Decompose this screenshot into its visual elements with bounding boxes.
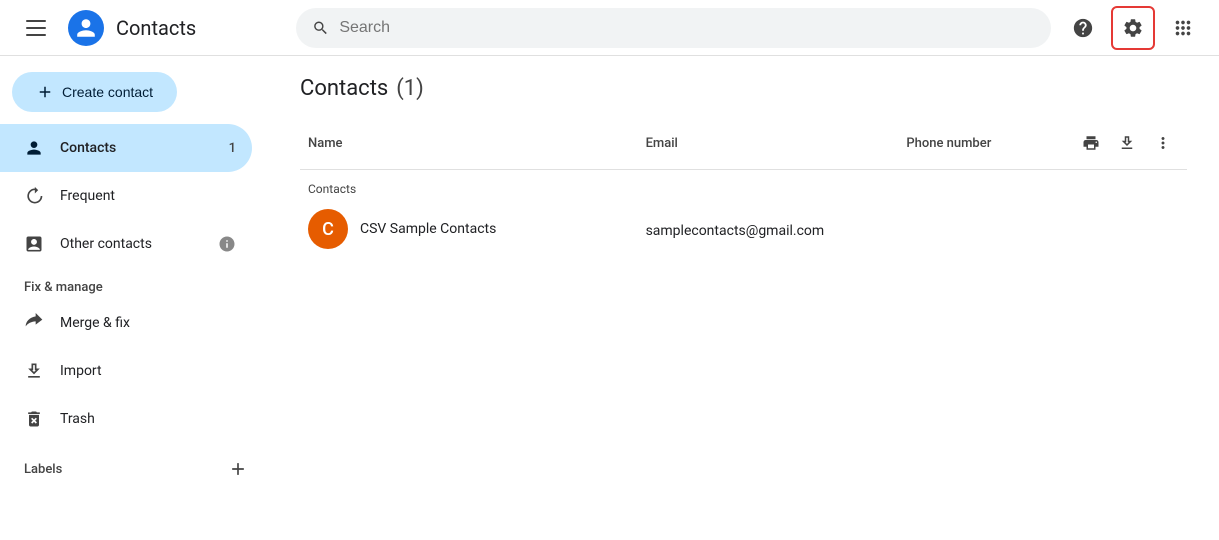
col-header-actions xyxy=(1067,117,1187,170)
create-contact-label: Create contact xyxy=(62,84,153,100)
contact-phone-cell xyxy=(898,201,1067,257)
more-button[interactable] xyxy=(1147,127,1179,159)
apps-button[interactable] xyxy=(1163,8,1203,48)
sidebar-item-merge-fix[interactable]: Merge & fix xyxy=(0,299,252,347)
app-title: Contacts xyxy=(116,16,196,40)
table-body: Contacts C CSV Sample Contacts samplecon xyxy=(300,170,1187,258)
print-button[interactable] xyxy=(1075,127,1107,159)
merge-fix-icon xyxy=(24,313,44,333)
avatar: C xyxy=(308,209,348,249)
sidebar-item-import[interactable]: Import xyxy=(0,347,252,395)
other-contacts-info-icon xyxy=(218,235,236,253)
sidebar-frequent-label: Frequent xyxy=(60,188,236,204)
table-row[interactable]: C CSV Sample Contacts samplecontacts@gma… xyxy=(300,201,1187,257)
contact-name-cell: C CSV Sample Contacts xyxy=(300,201,638,257)
fix-manage-label: Fix & manage xyxy=(0,268,268,299)
contact-name: CSV Sample Contacts xyxy=(360,221,496,237)
topbar: Contacts xyxy=(0,0,1219,56)
col-header-phone: Phone number xyxy=(898,117,1067,170)
col-header-email: Email xyxy=(638,117,899,170)
add-label-button[interactable] xyxy=(224,455,252,483)
sidebar-item-trash[interactable]: Trash xyxy=(0,395,252,443)
sidebar-other-contacts-label: Other contacts xyxy=(60,236,202,252)
group-label: Contacts xyxy=(308,182,356,196)
labels-header: Labels xyxy=(0,443,268,487)
sidebar-contacts-badge: 1 xyxy=(229,141,236,156)
sidebar-item-other-contacts[interactable]: Other contacts xyxy=(0,220,252,268)
topbar-right xyxy=(1063,6,1203,50)
sidebar-trash-label: Trash xyxy=(60,411,236,427)
other-contacts-icon xyxy=(24,234,44,254)
import-icon xyxy=(24,361,44,381)
content-title: Contacts (1) xyxy=(300,76,1187,101)
search-icon xyxy=(312,19,329,37)
labels-title: Labels xyxy=(24,462,224,477)
sidebar-contacts-label: Contacts xyxy=(60,140,213,156)
contact-count: (1) xyxy=(396,76,424,101)
content-area: Contacts (1) Name Email Phone number xyxy=(268,56,1219,540)
table-header: Name Email Phone number xyxy=(300,117,1187,170)
sidebar-merge-fix-label: Merge & fix xyxy=(60,315,236,331)
topbar-left: Contacts xyxy=(16,8,284,48)
sidebar-item-frequent[interactable]: Frequent xyxy=(0,172,252,220)
app-logo xyxy=(68,10,104,46)
contacts-table: Name Email Phone number xyxy=(300,117,1187,257)
contact-actions-cell xyxy=(1067,201,1187,257)
sidebar: Create contact Contacts 1 Frequent xyxy=(0,56,268,540)
contact-email: samplecontacts@gmail.com xyxy=(646,223,825,239)
plus-icon xyxy=(36,83,54,101)
sidebar-item-contacts[interactable]: Contacts 1 xyxy=(0,124,252,172)
create-contact-button[interactable]: Create contact xyxy=(12,72,177,112)
main-layout: Create contact Contacts 1 Frequent xyxy=(0,56,1219,540)
col-header-name: Name xyxy=(300,117,638,170)
frequent-icon xyxy=(24,186,44,206)
search-bar[interactable] xyxy=(296,8,1051,48)
menu-icon[interactable] xyxy=(16,8,56,48)
help-button[interactable] xyxy=(1063,8,1103,48)
search-input[interactable] xyxy=(339,19,1035,37)
trash-icon xyxy=(24,409,44,429)
contacts-icon xyxy=(24,138,44,158)
export-button[interactable] xyxy=(1111,127,1143,159)
contact-email-cell: samplecontacts@gmail.com xyxy=(638,201,899,257)
sidebar-import-label: Import xyxy=(60,363,236,379)
settings-button[interactable] xyxy=(1111,6,1155,50)
